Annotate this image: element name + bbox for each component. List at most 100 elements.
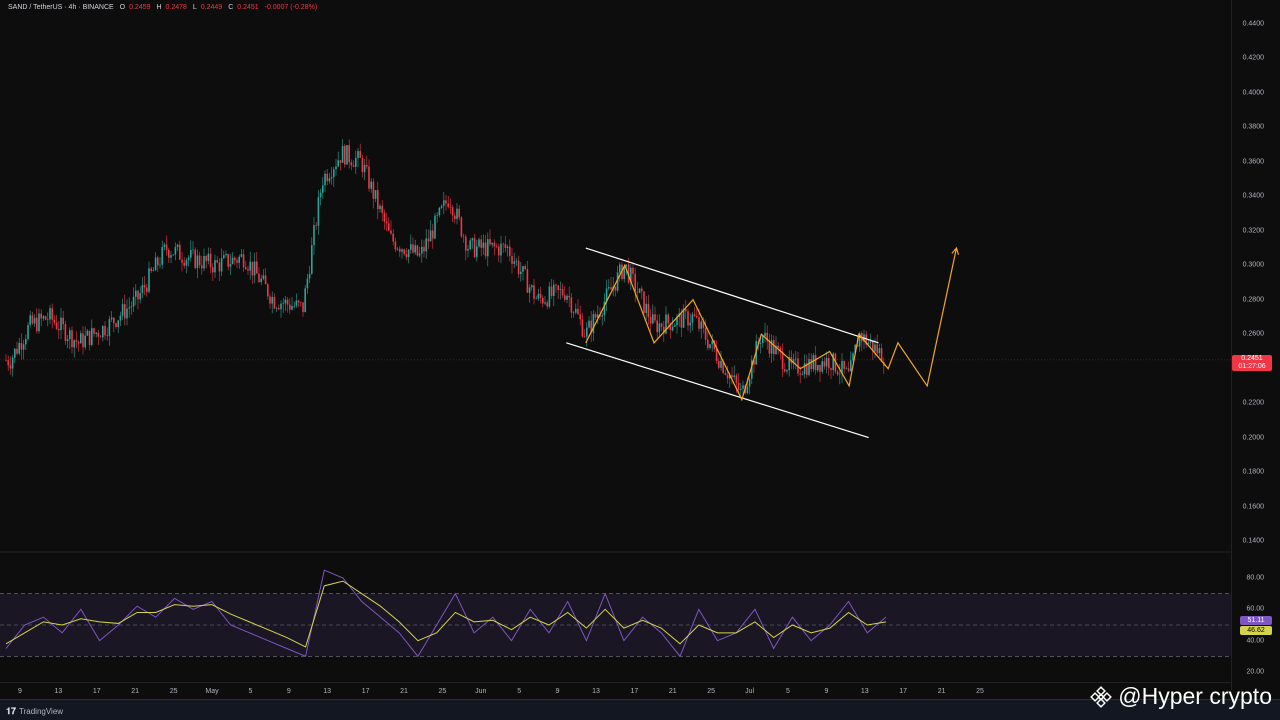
candle [344,145,346,165]
candle [726,374,729,379]
candle [311,245,313,274]
candle [874,344,876,352]
time-tick-label: 25 [438,688,447,695]
tradingview-logo[interactable]: 𝟏𝟕 TradingView [6,706,63,717]
candle [55,322,58,329]
candle [36,317,38,332]
candle [731,375,733,378]
price-tick-label: 0.3200 [1242,227,1264,235]
candle [218,262,221,272]
time-tick-label: 13 [54,688,63,695]
candle [33,317,36,324]
candle [374,190,377,199]
candle [535,298,537,300]
candle [555,284,557,286]
candle [317,197,320,226]
candle [220,258,223,272]
candle [700,321,702,329]
rsi-tick-label: 20.00 [1246,668,1264,676]
candle [300,302,302,303]
candle [49,308,51,320]
candle [40,313,42,319]
time-tick-label: Jul [745,688,755,695]
candle [115,323,117,327]
candle [506,246,509,248]
candle [236,260,238,263]
candle [372,181,375,199]
candle [522,266,524,272]
candle [194,249,196,268]
candle [110,317,113,320]
candle [500,243,502,256]
candle [282,303,284,304]
candle [517,260,520,275]
candle [473,238,476,257]
candle [44,316,47,320]
candle [141,285,144,294]
candle [379,205,381,210]
candle [456,208,458,220]
candle [537,293,540,299]
candle [619,264,621,273]
price-tick-label: 0.4000 [1242,89,1264,97]
candle [275,307,278,309]
candle [460,217,463,237]
candle [22,344,25,350]
candle [231,257,234,264]
candle [696,316,698,318]
candle [392,233,394,242]
candle [495,246,498,247]
candle [656,320,658,333]
price-chart[interactable] [0,0,1232,682]
candle [480,239,482,248]
candle [586,327,588,337]
candle [608,287,610,289]
candle [504,244,507,248]
candle [544,302,546,304]
candle [146,287,148,292]
candle [748,378,751,387]
candle [66,339,69,342]
candle [38,313,40,332]
channel-lower-line [566,342,869,439]
candle [315,225,317,226]
candle [467,249,469,251]
channel-upper-line [585,247,879,344]
candle [47,319,49,321]
price-axis[interactable]: 0.4400 0.4200 0.4000 0.3800 0.3600 0.3400 0.32… [1231,0,1280,690]
candle [337,160,339,167]
candle [594,314,597,318]
candle [482,242,485,248]
candle [575,308,577,313]
candle [814,355,817,371]
candle [174,247,177,255]
candle [654,314,656,321]
candle [139,293,141,300]
binance-icon [1090,685,1113,708]
time-tick-label: 9 [286,688,291,695]
candle [163,244,166,247]
candle [440,205,443,208]
candle [803,363,806,375]
candle [181,259,183,263]
candle [18,342,20,354]
candle [564,295,566,300]
candle [418,253,421,256]
time-tick-label: 13 [592,688,600,695]
time-axis[interactable]: 9 13 17 21 25 May 5 9 13 17 21 25 Jun 5 9 13 17 21 25 Jul 5 9… [0,682,1232,699]
candle [550,286,553,296]
candle [658,323,661,333]
candle [225,254,227,256]
candle [124,304,126,319]
candle [313,225,315,246]
candle [513,261,515,264]
candle [641,288,643,292]
candle [445,200,447,204]
candle [150,268,152,272]
candle [740,388,742,391]
candle [542,297,544,304]
candle [610,287,612,290]
candle [636,291,639,293]
candle [511,255,513,264]
candle [465,236,467,251]
